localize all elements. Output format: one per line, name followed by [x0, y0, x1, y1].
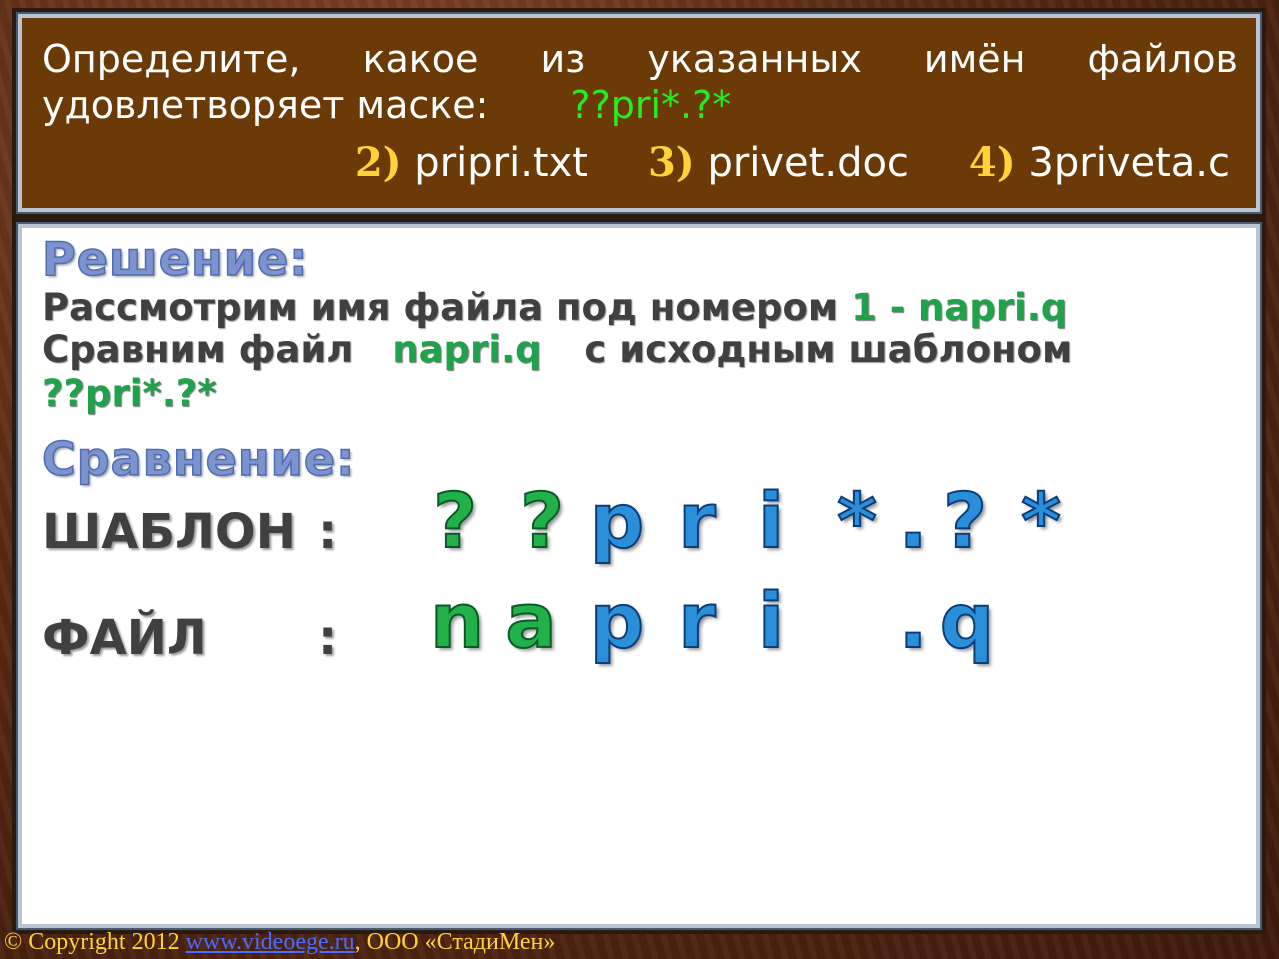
task-panel: Определите, какое из указанных имён файл… — [16, 12, 1262, 214]
task-word: Определите, — [42, 37, 301, 81]
option-number: 3) — [647, 139, 695, 186]
file-symbol: r — [677, 575, 716, 666]
template-symbol: ? — [942, 475, 988, 566]
task-word: файлов — [1087, 37, 1238, 81]
template-symbol: r — [677, 475, 716, 566]
file-colon: : — [318, 610, 338, 666]
template-label: ШАБЛОН — [42, 504, 296, 560]
template-symbol: ? — [519, 475, 565, 566]
copyright-text: © Copyright 2012 — [4, 929, 180, 955]
task-word: из — [540, 37, 586, 81]
task-word: имён — [923, 37, 1026, 81]
template-symbol: i — [757, 475, 785, 566]
solution-heading: Решение: — [41, 231, 309, 287]
template-symbol: ? — [432, 475, 478, 566]
option-3: 3) privet.doc — [647, 139, 909, 187]
file-symbol: a — [504, 575, 557, 666]
solution-line-2-text: Сравним файл — [42, 328, 354, 371]
solution-line-1-highlight: 1 - napri.q — [851, 286, 1068, 329]
solution-line-2-highlight: napri.q — [392, 328, 542, 371]
file-symbol: p — [589, 575, 645, 666]
template-symbol: p — [589, 475, 645, 566]
comparison-heading: Сравнение: — [41, 431, 356, 487]
file-label: ФАЙЛ — [42, 610, 207, 666]
company-text: , ООО «СтадиМен» — [354, 929, 556, 955]
option-filename: pripri.txt — [414, 140, 588, 186]
task-word: указанных — [647, 37, 862, 81]
task-word: какое — [362, 37, 479, 81]
template-colon: : — [318, 504, 338, 560]
option-number: 4) — [968, 139, 1016, 186]
solution-line-2: Сравним файл napri.q с исходным шаблоном — [42, 328, 1072, 371]
task-line-1: Определите, какое из указанных имён файл… — [42, 36, 1238, 82]
solution-line-2-tail: с исходным шаблоном — [584, 328, 1073, 371]
option-2: 2) pripri.txt — [354, 139, 588, 187]
task-text: удовлетворяет маске: — [42, 83, 489, 127]
file-symbol: n — [429, 575, 485, 666]
answer-options: 2) pripri.txt 3) privet.doc 4) 3priveta.… — [354, 139, 1230, 187]
solution-line-1: Рассмотрим имя файла под номером 1 - nap… — [42, 286, 1067, 329]
task-line-2: удовлетворяет маске: ??pri*.?* — [42, 82, 1238, 128]
task-mask: ??pri*.?* — [570, 83, 732, 127]
file-symbol: q — [939, 575, 995, 666]
solution-line-1-text: Рассмотрим имя файла под номером — [42, 286, 839, 329]
file-symbol: i — [757, 575, 785, 666]
solution-line-3-mask: ??pri*.?* — [42, 372, 217, 415]
option-filename: 3priveta.c — [1028, 140, 1230, 186]
template-symbol: * — [1020, 475, 1062, 566]
option-filename: privet.doc — [707, 140, 909, 186]
site-link[interactable]: www.videoege.ru — [186, 929, 355, 955]
footer: © Copyright 2012 www.videoege.ru, ООО «С… — [4, 929, 555, 956]
solution-panel: Решение: Рассмотрим имя файла под номеро… — [16, 222, 1262, 930]
option-number: 2) — [354, 139, 402, 186]
option-4: 4) 3priveta.c — [968, 139, 1230, 187]
